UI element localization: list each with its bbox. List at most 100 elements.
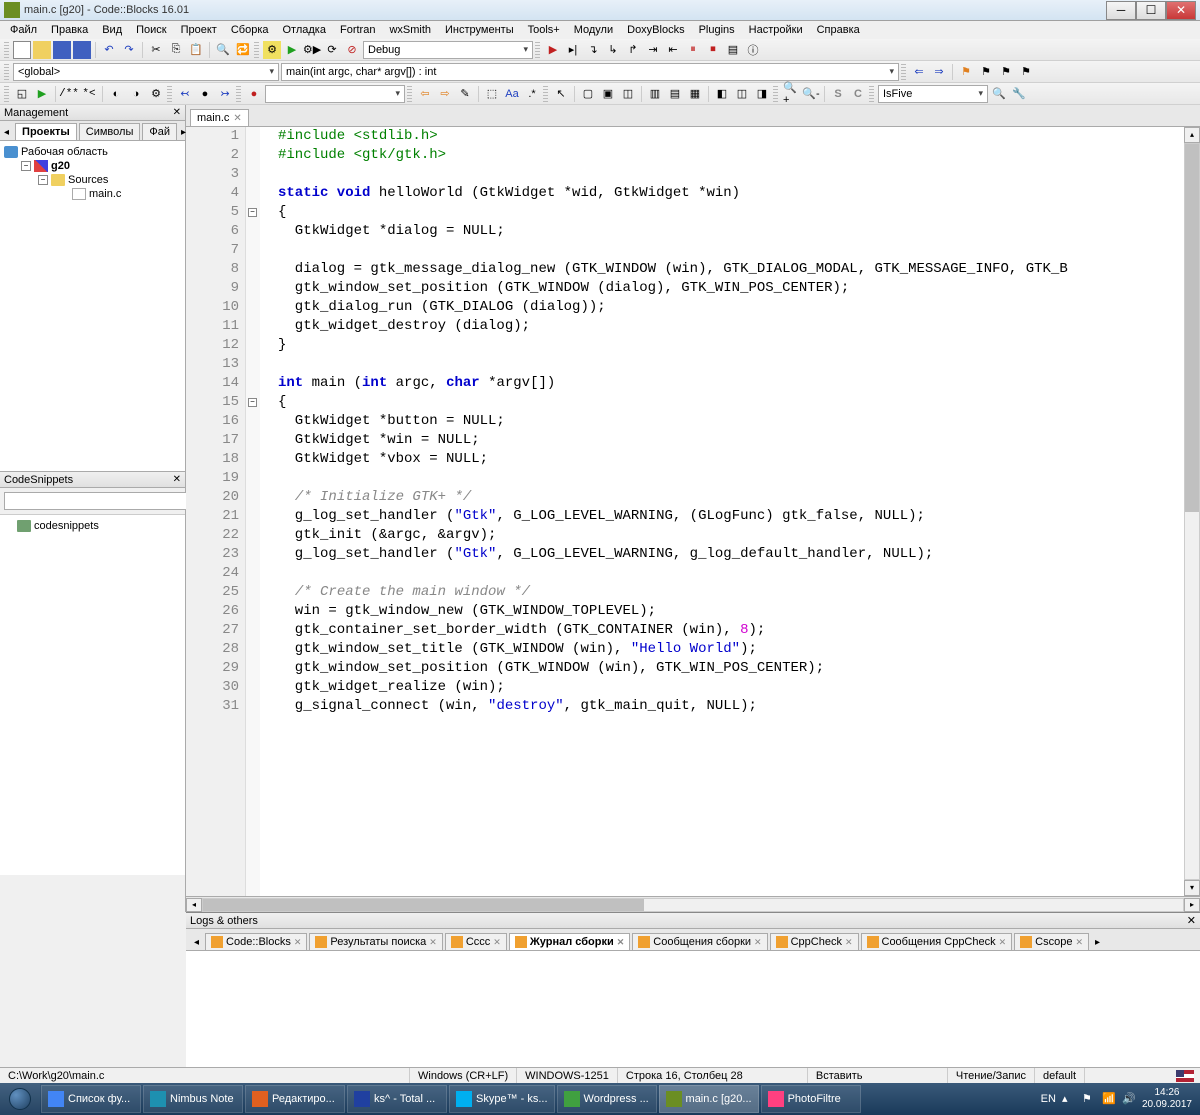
logtab-scroll-left-icon[interactable]: ◂ xyxy=(190,935,203,950)
run-to-cursor-icon[interactable]: ▸| xyxy=(564,41,582,59)
menu-правка[interactable]: Правка xyxy=(45,23,94,37)
replace-icon[interactable]: 🔁 xyxy=(234,41,252,59)
toolbar-grip[interactable] xyxy=(4,42,9,58)
menu-tools+[interactable]: Tools+ xyxy=(522,23,566,37)
toolbar-grip[interactable] xyxy=(869,86,874,102)
tree-collapse-icon[interactable]: − xyxy=(21,161,31,171)
tree-file-main[interactable]: main.c xyxy=(4,187,181,201)
step-out-icon[interactable]: ↱ xyxy=(624,41,642,59)
scroll-left-icon[interactable]: ◂ xyxy=(186,898,202,912)
toolbar-grip[interactable] xyxy=(901,64,906,80)
tree-sources[interactable]: − Sources xyxy=(4,173,181,187)
debug-windows-icon[interactable]: ▤ xyxy=(724,41,742,59)
scroll-right-icon[interactable]: ▸ xyxy=(1184,898,1200,912)
tray-network-icon[interactable]: 📶 xyxy=(1102,1092,1116,1106)
align-l-icon[interactable]: ◧ xyxy=(713,85,731,103)
log-tab[interactable]: Сообщения CppCheck✕ xyxy=(861,933,1013,950)
block-comment-icon[interactable]: ◱ xyxy=(13,85,31,103)
prev-icon[interactable]: ⇦ xyxy=(416,85,434,103)
sizer-h-icon[interactable]: ▥ xyxy=(646,85,664,103)
record-icon[interactable]: ● xyxy=(245,85,263,103)
tray-volume-icon[interactable]: 🔊 xyxy=(1122,1092,1136,1106)
rebuild-icon[interactable]: ⟳ xyxy=(323,41,341,59)
minimize-button[interactable]: ─ xyxy=(1106,1,1136,20)
logtab-close-icon[interactable]: ✕ xyxy=(294,937,302,948)
snippet-root[interactable]: codesnippets xyxy=(4,519,181,533)
next-instr-icon[interactable]: ⇥ xyxy=(644,41,662,59)
next-line-icon[interactable]: ↴ xyxy=(584,41,602,59)
tab-projects[interactable]: Проекты xyxy=(15,123,77,140)
tab-close-icon[interactable]: ✕ xyxy=(233,113,241,124)
taskbar-item[interactable]: Nimbus Note xyxy=(143,1085,243,1113)
debug-run-icon[interactable]: ▶ xyxy=(544,41,562,59)
undo-icon[interactable]: ↶ xyxy=(100,41,118,59)
open-file-icon[interactable] xyxy=(33,41,51,59)
vscroll-thumb[interactable] xyxy=(1185,144,1199,512)
build-target-combo[interactable]: Debug▾ xyxy=(363,41,533,59)
menu-fortran[interactable]: Fortran xyxy=(334,23,381,37)
toolbar-grip[interactable] xyxy=(167,86,172,102)
build-icon[interactable]: ⚙ xyxy=(263,41,281,59)
step-into-icon[interactable]: ↳ xyxy=(604,41,622,59)
jump-back-icon[interactable]: ↢ xyxy=(176,85,194,103)
taskbar-item[interactable]: Skype™ - ks... xyxy=(449,1085,555,1113)
logtab-close-icon[interactable]: ✕ xyxy=(617,937,625,948)
menu-plugins[interactable]: Plugins xyxy=(693,23,741,37)
maximize-button[interactable]: ☐ xyxy=(1136,1,1166,20)
log-tab[interactable]: Code::Blocks✕ xyxy=(205,933,307,950)
logs-close-icon[interactable]: ✕ xyxy=(1187,914,1196,927)
logtab-close-icon[interactable]: ✕ xyxy=(429,937,437,948)
scope-combo[interactable]: <global>▾ xyxy=(13,63,279,81)
vertical-scrollbar[interactable]: ▴ ▾ xyxy=(1184,127,1200,896)
highlight-icon[interactable]: ✎ xyxy=(456,85,474,103)
bookmark-prev-icon[interactable]: ⚑ xyxy=(977,63,995,81)
menu-файл[interactable]: Файл xyxy=(4,23,43,37)
bookmark-next-icon[interactable]: ⚑ xyxy=(997,63,1015,81)
stop-icon[interactable]: ⏹ xyxy=(704,41,722,59)
menu-модули[interactable]: Модули xyxy=(568,23,619,37)
function-combo[interactable]: main(int argc, char* argv[]) : int▾ xyxy=(281,63,899,81)
hscroll-thumb[interactable] xyxy=(203,899,644,911)
menu-отладка[interactable]: Отладка xyxy=(277,23,332,37)
taskbar-item[interactable]: Редактиро... xyxy=(245,1085,345,1113)
menu-проект[interactable]: Проект xyxy=(175,23,223,37)
doxy2-icon[interactable]: ◑ xyxy=(127,85,145,103)
nav-back-icon[interactable]: ⇐ xyxy=(910,63,928,81)
logtab-close-icon[interactable]: ✕ xyxy=(999,937,1007,948)
logtab-close-icon[interactable]: ✕ xyxy=(493,937,501,948)
run-icon[interactable]: ▶ xyxy=(283,41,301,59)
start-button[interactable] xyxy=(0,1083,40,1115)
logtab-close-icon[interactable]: ✕ xyxy=(754,937,762,948)
comment-icon[interactable]: /** xyxy=(60,85,78,103)
tray-clock[interactable]: 14:26 20.09.2017 xyxy=(1142,1087,1192,1111)
paste-icon[interactable]: 📋 xyxy=(187,41,205,59)
build-run-icon[interactable]: ⚙▶ xyxy=(303,41,321,59)
settings-icon[interactable]: ⚙ xyxy=(147,85,165,103)
log-tab[interactable]: CppCheck✕ xyxy=(770,933,859,950)
taskbar-item[interactable]: Wordpress ... xyxy=(557,1085,657,1113)
run-script-icon[interactable]: ▶ xyxy=(33,85,51,103)
code-text[interactable]: #include <stdlib.h>#include <gtk/gtk.h> … xyxy=(260,127,1184,896)
new-file-icon[interactable] xyxy=(13,41,31,59)
tree-project[interactable]: − g20 xyxy=(4,159,181,173)
abort-icon[interactable]: ⊘ xyxy=(343,41,361,59)
snippets-close-icon[interactable]: ✕ xyxy=(173,474,181,485)
symbol-search-combo[interactable]: IsFive▾ xyxy=(878,85,988,103)
fold-toggle-icon[interactable]: − xyxy=(248,398,257,407)
scroll-up-icon[interactable]: ▴ xyxy=(1184,127,1200,143)
class-icon[interactable]: C xyxy=(849,85,867,103)
save-icon[interactable] xyxy=(53,41,71,59)
zoom-in-icon[interactable]: 🔍+ xyxy=(782,85,800,103)
editor-tab-main[interactable]: main.c ✕ xyxy=(190,109,249,126)
snippets-search-input[interactable] xyxy=(4,492,187,510)
redo-icon[interactable]: ↷ xyxy=(120,41,138,59)
toolbar-grip[interactable] xyxy=(236,86,241,102)
align-r-icon[interactable]: ◨ xyxy=(753,85,771,103)
menu-сборка[interactable]: Сборка xyxy=(225,23,275,37)
toolbar-grip[interactable] xyxy=(4,64,9,80)
align-c-icon[interactable]: ◫ xyxy=(733,85,751,103)
menu-инструменты[interactable]: Инструменты xyxy=(439,23,520,37)
panel-icon[interactable]: ◫ xyxy=(619,85,637,103)
toolbar-grip[interactable] xyxy=(543,86,548,102)
uncomment-icon[interactable]: *< xyxy=(80,85,98,103)
